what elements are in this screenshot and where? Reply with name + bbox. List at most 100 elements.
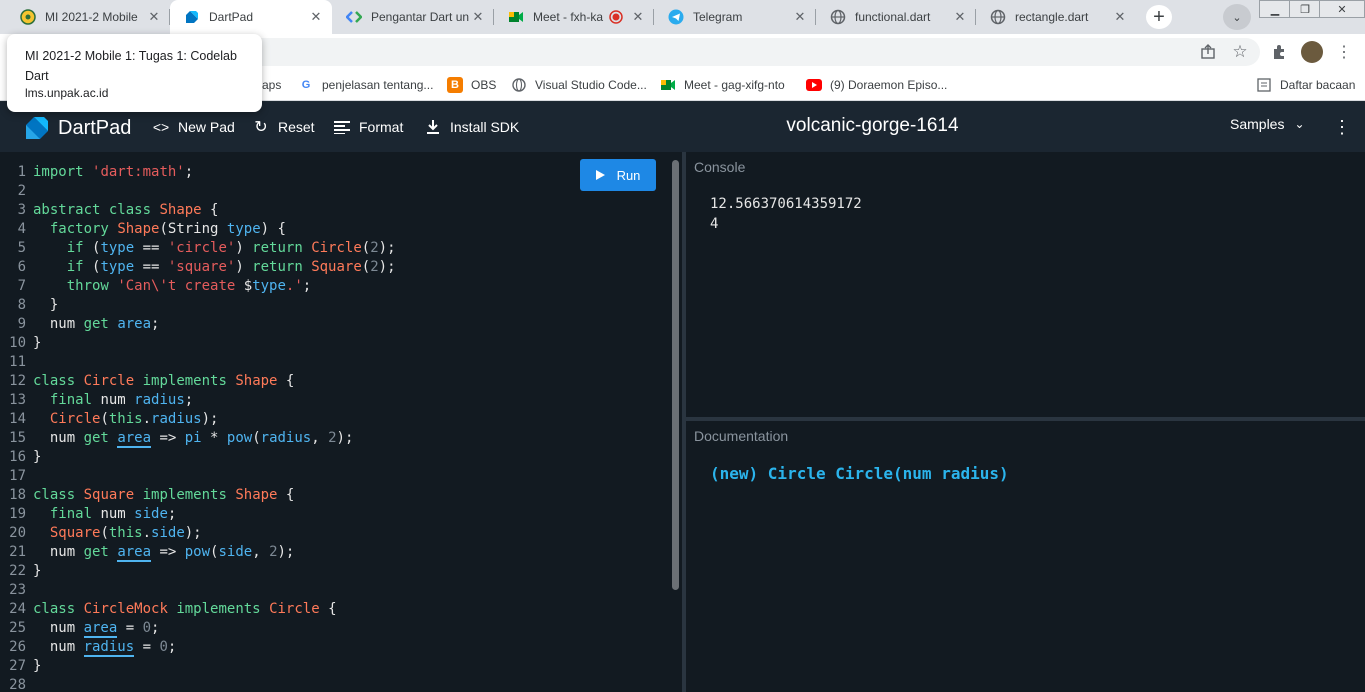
address-bar[interactable] [120,38,1260,66]
code-text: final num side; [49,506,177,522]
bookmark-apps[interactable]: aps [262,69,281,100]
dartpad-logo[interactable]: DartPad [24,115,131,141]
code-line: 19 final num side; [0,505,396,524]
code-line: 26 num radius = 0; [0,638,396,657]
tab-dartpad[interactable]: DartPad ✕ [170,0,332,34]
run-label: Run [616,167,641,183]
google-icon: G [301,78,311,91]
console-title: Console [694,159,746,175]
browser-tab-strip: MI 2021-2 Mobile ✕ DartPad ✕ Pengantar D… [0,0,1365,34]
close-tab-icon[interactable]: ✕ [146,9,162,25]
tab-title: DartPad [209,10,254,24]
line-number: 5 [17,240,26,256]
tab-search-chevron-icon[interactable]: ⌄ [1223,4,1251,30]
code-line: 16} [0,448,396,467]
samples-dropdown[interactable]: Samples ⌄ [1230,116,1305,132]
code-line: 22} [0,562,396,581]
install-sdk-button[interactable]: Install SDK [424,115,519,139]
reading-list-label: Daftar bacaan [1280,77,1356,92]
telegram-icon [668,9,684,25]
line-number: 10 [9,335,26,351]
scrollbar-thumb[interactable] [672,160,679,590]
dart-logo-icon [26,117,48,139]
tab-title: MI 2021-2 Mobile [45,10,138,24]
close-tab-icon[interactable]: ✕ [952,9,968,25]
bookmark-obs[interactable]: B OBS [447,69,496,100]
more-options-icon[interactable]: ⋮ [1333,114,1351,140]
line-number: 1 [17,164,26,180]
bookmark-meet[interactable]: Meet - gag-xifg-nto [660,69,785,100]
download-icon [424,119,442,135]
tab-telegram[interactable]: Telegram ✕ [654,0,816,34]
line-number: 26 [9,639,26,655]
profile-avatar[interactable] [1301,41,1323,63]
bookmark-label: OBS [471,77,497,92]
tab-meet-fxh[interactable]: Meet - fxh-ka ✕ [494,0,654,34]
close-tab-icon[interactable]: ✕ [1112,9,1128,25]
globe-icon [830,9,846,25]
code-text: class Square implements Shape { [33,487,295,503]
code-editor[interactable]: 1 import 'dart:math'; 2 3 abstract class Sha… [0,152,682,692]
format-label: Format [359,119,404,135]
editor-scrollbar[interactable] [670,152,682,692]
new-pad-button[interactable]: <> New Pad [152,115,235,139]
minimize-icon[interactable]: ▁ [1259,0,1291,18]
tab-rectangle-dart[interactable]: rectangle.dart ✕ [976,0,1136,34]
new-tab-button[interactable]: + [1146,5,1172,29]
bookmark-doraemon[interactable]: (9) Doraemon Episo... [806,69,947,100]
tab-pengantar-dart[interactable]: Pengantar Dart un ✕ [332,0,494,34]
code-line: 15 num get area => pi * pow(radius, 2); [0,429,396,448]
code-line: 10} [0,334,396,353]
code-text: class Circle implements Shape { [33,373,295,389]
code-line: 6 if (type == 'square') return Square(2)… [0,258,396,277]
reading-list-button[interactable]: Daftar bacaan [1256,69,1355,100]
line-number: 25 [9,620,26,636]
close-tab-icon[interactable]: ✕ [470,9,486,25]
dartpad-name: DartPad [58,116,132,139]
tab-title: Telegram [693,10,743,24]
close-tab-icon[interactable]: ✕ [308,9,324,25]
tab-title: Pengantar Dart un [371,10,470,24]
code-line: 24 class CircleMock implements Circle { [0,600,396,619]
line-number: 6 [17,259,26,275]
blogger-icon: B [447,76,463,93]
code-line: 21 num get area => pow(side, 2); [0,543,396,562]
bookmark-vscode[interactable]: Visual Studio Code... [511,69,647,100]
console-panel: Console 12.566370614359172 4 [686,152,1365,417]
console-line: 4 [710,216,719,232]
maximize-icon[interactable]: ❐ [1289,0,1321,18]
google-meet-icon [508,9,524,25]
code-text: } [33,563,42,579]
close-tab-icon[interactable]: ✕ [792,9,808,25]
code-text: } [33,449,42,465]
extensions-puzzle-icon[interactable] [1270,43,1288,61]
line-number: 3 [17,202,26,218]
run-button[interactable]: Run [580,159,656,191]
reset-button[interactable]: ↻ Reset [252,115,315,139]
code-text: import 'dart:math'; [33,164,194,180]
bookmark-penjelasan[interactable]: G penjelasan tentang... [298,69,434,100]
install-sdk-label: Install SDK [450,119,520,135]
documentation-panel: Documentation (new) Circle Circle(num ra… [686,421,1365,692]
code-text: Square(this.side); [49,525,202,541]
documentation-title: Documentation [694,428,789,444]
chrome-menu-icon[interactable]: ⋮ [1335,43,1353,61]
tab-mi-2021[interactable]: MI 2021-2 Mobile ✕ [6,0,170,34]
code-text: num get area => pow(side, 2); [33,544,295,562]
reset-label: Reset [278,119,315,135]
console-output: 12.566370614359172 4 [710,194,862,234]
bookmark-star-icon[interactable]: ☆ [1231,42,1249,61]
tab-title: functional.dart [855,10,931,24]
close-tab-icon[interactable]: ✕ [630,9,646,25]
close-window-icon[interactable]: ✕ [1319,0,1365,18]
code-line: 2 [0,182,396,201]
new-pad-label: New Pad [178,119,235,135]
tab-functional-dart[interactable]: functional.dart ✕ [816,0,976,34]
code-line: 28 [0,676,396,692]
documentation-signature: (new) Circle Circle(num radius) [710,464,1009,483]
line-number: 8 [17,297,26,313]
share-icon[interactable] [1199,43,1217,61]
bookmark-label: Meet - gag-xifg-nto [684,77,785,92]
format-button[interactable]: Format [333,115,403,139]
code-text: } [33,335,42,351]
